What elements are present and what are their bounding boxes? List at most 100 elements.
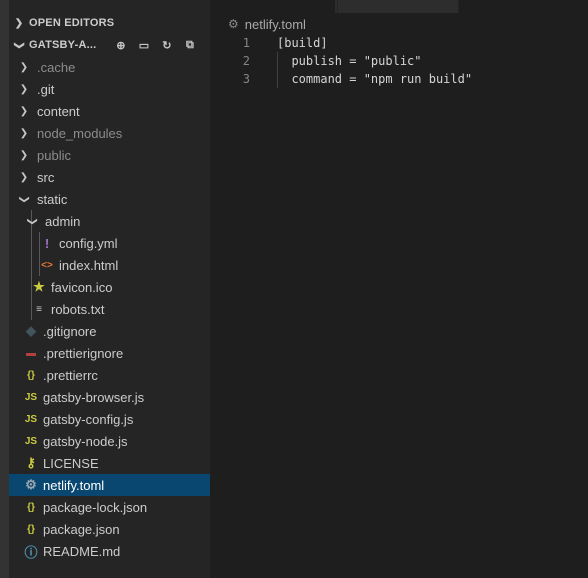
breadcrumb[interactable]: ⚙ netlify.toml bbox=[228, 15, 306, 33]
file-item-gatsby-node-js[interactable]: JS gatsby-node.js bbox=[9, 430, 210, 452]
collapse-all-icon[interactable]: ⧉ bbox=[183, 38, 197, 52]
file-item-robots-txt[interactable]: ≡ robots.txt bbox=[9, 298, 210, 320]
explorer-sidebar: ❯ OPEN EDITORS ❯ GATSBY-A... ⊕ ▭ ↻ ⧉ ❯ .cach… bbox=[9, 0, 210, 578]
tree-item-label: .prettierignore bbox=[43, 345, 124, 361]
line-number: 2 bbox=[242, 54, 250, 68]
line-number: 3 bbox=[242, 72, 250, 86]
file-item-prettierignore[interactable]: ▬ .prettierignore bbox=[9, 342, 210, 364]
js-icon: JS bbox=[24, 391, 38, 403]
line-number: 1 bbox=[242, 36, 250, 50]
tab-secondary[interactable] bbox=[337, 0, 458, 13]
file-item-index-html[interactable]: <> index.html bbox=[9, 254, 210, 276]
tree-item-label: admin bbox=[45, 213, 81, 229]
tree-item-label: src bbox=[37, 169, 55, 185]
folder-item-git[interactable]: ❯ .git bbox=[9, 78, 210, 100]
chevron-right-icon: ❯ bbox=[19, 83, 29, 95]
tree-item-label: netlify.toml bbox=[43, 477, 105, 493]
code-line[interactable]: 1 [build] bbox=[210, 34, 588, 52]
open-editors-label: OPEN EDITORS bbox=[29, 17, 115, 29]
code-text: command = "npm run build" bbox=[277, 72, 473, 86]
refresh-icon[interactable]: ↻ bbox=[160, 38, 174, 52]
tree-item-label: package-lock.json bbox=[43, 499, 148, 515]
prettier-ignore-icon: ▬ bbox=[26, 347, 36, 359]
tree-item-label: gatsby-node.js bbox=[43, 433, 128, 449]
tree-item-label: README.md bbox=[43, 543, 121, 559]
chevron-down-icon: ❯ bbox=[18, 194, 30, 204]
info-icon: ⓘ bbox=[24, 544, 38, 560]
file-item-favicon-ico[interactable]: ★ favicon.ico bbox=[9, 276, 210, 298]
file-item-readme-md[interactable]: ⓘ README.md bbox=[9, 540, 210, 562]
js-icon: JS bbox=[24, 435, 38, 447]
new-folder-icon[interactable]: ▭ bbox=[137, 38, 151, 52]
code-editor[interactable]: 1 [build] 2 publish = "public" 3 command = … bbox=[210, 34, 588, 88]
file-item-gitignore[interactable]: ◆ .gitignore bbox=[9, 320, 210, 342]
chevron-right-icon: ❯ bbox=[19, 127, 29, 139]
editor-area: ⚙ netlify.toml 1 [build] 2 publish = "publ… bbox=[210, 0, 588, 578]
indent-guide bbox=[39, 254, 40, 276]
file-item-prettierrc[interactable]: {} .prettierrc bbox=[9, 364, 210, 386]
chevron-right-icon: ❯ bbox=[19, 149, 29, 161]
chevron-down-icon: ❯ bbox=[26, 216, 38, 226]
text-file-icon: ≡ bbox=[36, 303, 42, 315]
chevron-right-icon: ❯ bbox=[19, 105, 29, 117]
tab-netlify-toml[interactable] bbox=[210, 0, 335, 13]
tree-item-label: static bbox=[37, 191, 68, 207]
file-item-gatsby-browser-js[interactable]: JS gatsby-browser.js bbox=[9, 386, 210, 408]
tree-item-label: favicon.ico bbox=[51, 279, 113, 295]
folder-item-admin[interactable]: ❯ admin bbox=[9, 210, 210, 232]
tree-item-label: .git bbox=[37, 81, 55, 97]
tree-item-label: node_modules bbox=[37, 125, 123, 141]
gear-icon: ⚙ bbox=[25, 477, 37, 492]
chevron-right-icon: ❯ bbox=[19, 61, 29, 73]
folder-item-node-modules[interactable]: ❯ node_modules bbox=[9, 122, 210, 144]
activity-bar bbox=[0, 0, 9, 578]
indent-guide bbox=[31, 276, 32, 298]
file-item-package-lock-json[interactable]: {} package-lock.json bbox=[9, 496, 210, 518]
code-text: publish = "public" bbox=[277, 54, 422, 68]
html-icon: <> bbox=[41, 259, 53, 271]
folder-item-content[interactable]: ❯ content bbox=[9, 100, 210, 122]
file-item-netlify-toml[interactable]: ⚙ netlify.toml bbox=[9, 474, 210, 496]
tree-item-label: content bbox=[37, 103, 80, 119]
git-icon: ◆ bbox=[26, 323, 36, 338]
open-editors-header[interactable]: ❯ OPEN EDITORS bbox=[9, 12, 210, 34]
folder-item-src[interactable]: ❯ src bbox=[9, 166, 210, 188]
tree-item-label: gatsby-config.js bbox=[43, 411, 134, 427]
tree-item-label: config.yml bbox=[59, 235, 118, 251]
tree-item-label: package.json bbox=[43, 521, 120, 537]
chevron-right-icon: ❯ bbox=[19, 171, 29, 183]
tree-item-label: robots.txt bbox=[51, 301, 105, 317]
tree-item-label: .cache bbox=[37, 59, 76, 75]
file-tree: ❯ .cache ❯ .git ❯ content ❯ node_modules ❯ public… bbox=[9, 56, 210, 562]
tree-item-label: LICENSE bbox=[43, 455, 99, 471]
new-file-icon[interactable]: ⊕ bbox=[114, 38, 128, 52]
tree-item-label: .prettierrc bbox=[43, 367, 98, 383]
tab-strip bbox=[210, 0, 588, 13]
file-item-package-json[interactable]: {} package.json bbox=[9, 518, 210, 540]
folder-item-cache[interactable]: ❯ .cache bbox=[9, 56, 210, 78]
tree-item-label: index.html bbox=[59, 257, 119, 273]
json-icon: {} bbox=[27, 501, 35, 513]
code-line[interactable]: 2 publish = "public" bbox=[210, 52, 588, 70]
breadcrumb-file: netlify.toml bbox=[244, 16, 306, 32]
chevron-down-icon: ❯ bbox=[13, 40, 25, 50]
indent-guide bbox=[31, 232, 32, 254]
yaml-icon: ! bbox=[44, 235, 50, 251]
json-icon: {} bbox=[27, 369, 35, 381]
js-icon: JS bbox=[24, 413, 38, 425]
code-line[interactable]: 3 command = "npm run build" bbox=[210, 70, 588, 88]
tab-tertiary[interactable] bbox=[458, 0, 588, 13]
folder-item-public[interactable]: ❯ public bbox=[9, 144, 210, 166]
tree-item-label: gatsby-browser.js bbox=[43, 389, 145, 405]
indent-guide bbox=[31, 254, 32, 276]
code-text: [build] bbox=[277, 36, 328, 50]
file-item-license[interactable]: ⚷ LICENSE bbox=[9, 452, 210, 474]
workspace-root-header[interactable]: ❯ GATSBY-A... ⊕ ▭ ↻ ⧉ bbox=[9, 34, 210, 56]
license-icon: ⚷ bbox=[26, 455, 36, 470]
file-item-config-yml[interactable]: ! config.yml bbox=[9, 232, 210, 254]
indent-guide bbox=[39, 232, 40, 254]
tree-item-label: .gitignore bbox=[43, 323, 97, 339]
gear-icon: ⚙ bbox=[228, 17, 239, 31]
file-item-gatsby-config-js[interactable]: JS gatsby-config.js bbox=[9, 408, 210, 430]
folder-item-static[interactable]: ❯ static bbox=[9, 188, 210, 210]
